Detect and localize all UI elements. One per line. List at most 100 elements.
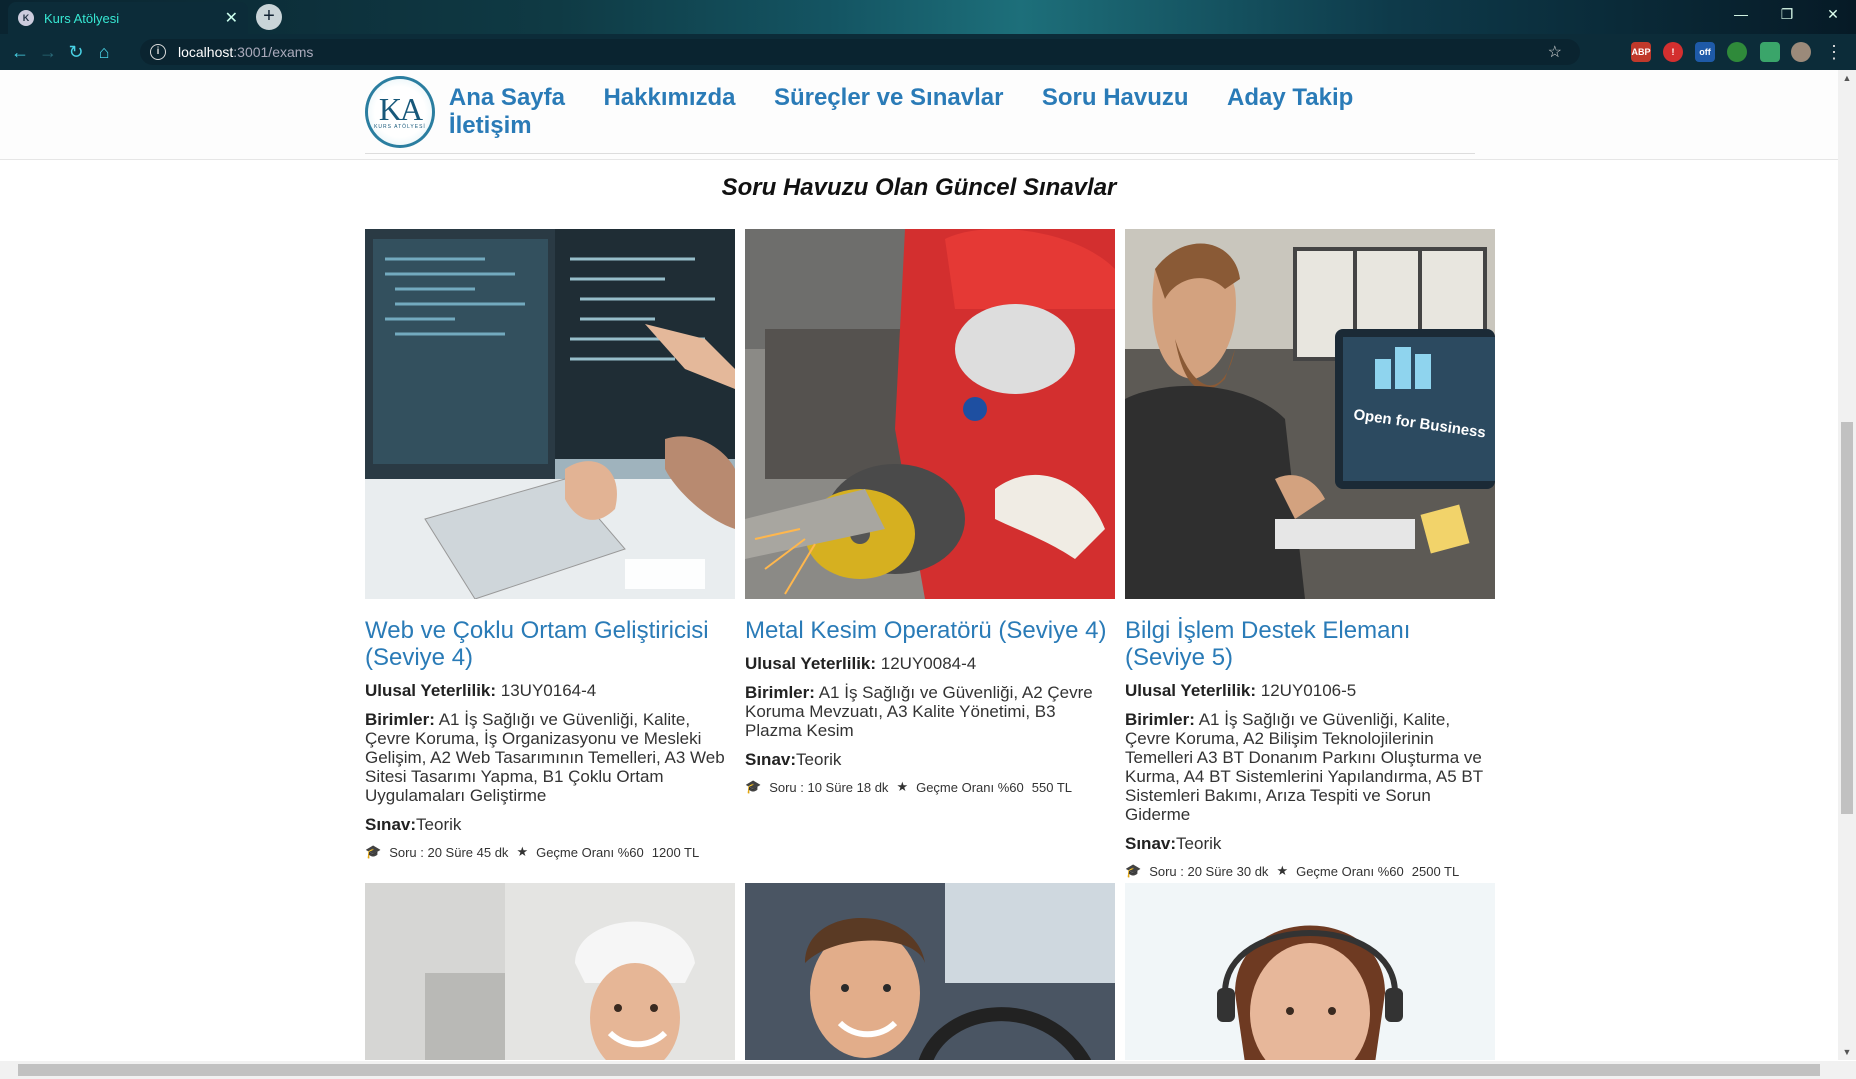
- scroll-up-icon[interactable]: ▲: [1838, 70, 1856, 86]
- exam-card: Open for Business Bilgi İşlem Destek Ele…: [1125, 229, 1495, 879]
- exam-pass-rate: Geçme Oranı %60: [916, 779, 1024, 795]
- exam-title[interactable]: Bilgi İşlem Destek Elemanı (Seviye 5): [1125, 617, 1495, 671]
- reload-icon[interactable]: ↻: [64, 40, 88, 64]
- exam-image-metal-cutting[interactable]: [745, 229, 1115, 599]
- exam-image-it-support[interactable]: Open for Business: [1125, 229, 1495, 599]
- back-icon[interactable]: ←: [8, 40, 32, 64]
- scroll-down-icon[interactable]: ▼: [1838, 1044, 1856, 1060]
- exam-type: Sınav:Teorik: [745, 750, 1115, 769]
- star-icon: ★: [1276, 863, 1289, 878]
- exam-title[interactable]: Web ve Çoklu Ortam Geliştiricisi (Seviye…: [365, 617, 735, 671]
- url-host: localhost: [178, 44, 234, 60]
- exam-meta: 🎓 Soru : 10 Süre 18 dk ★ Geçme Oranı %60…: [745, 779, 1115, 795]
- exam-type-value: Teorik: [1176, 834, 1222, 853]
- browser-tab-strip: K Kurs Atölyesi ✕ + — ❐ ✕: [0, 0, 1856, 34]
- browser-toolbar: ← → ↻ ⌂ i localhost:3001/exams ☆ ABP ! o…: [0, 34, 1856, 70]
- exam-card: [1125, 883, 1495, 1060]
- qualification-label: Ulusal Yeterlilik:: [365, 681, 497, 700]
- vertical-scrollbar[interactable]: ▲ ▼: [1838, 70, 1856, 1060]
- exam-units: Birimler: A1 İş Sağlığı ve Güvenliği, Ka…: [365, 710, 735, 805]
- nav-about[interactable]: Hakkımızda: [603, 84, 735, 112]
- nav-processes-exams[interactable]: Süreçler ve Sınavlar: [774, 84, 1003, 112]
- units-label: Birimler:: [365, 710, 435, 729]
- exam-image-chef[interactable]: [365, 883, 735, 1060]
- exam-units: Birimler: A1 İş Sağlığı ve Güvenliği, A2…: [745, 683, 1115, 740]
- exam-type-value: Teorik: [416, 815, 462, 834]
- graduation-cap-icon: 🎓: [1125, 863, 1142, 878]
- adblock-extension-icon[interactable]: ABP: [1631, 42, 1651, 62]
- minimize-icon[interactable]: —: [1718, 0, 1764, 30]
- exam-type-label: Sınav:: [1125, 834, 1177, 853]
- units-label: Birimler:: [1125, 710, 1195, 729]
- extension-off-icon[interactable]: off: [1695, 42, 1715, 62]
- exam-image-driver[interactable]: [745, 883, 1115, 1060]
- main-nav: Ana Sayfa Hakkımızda Süreçler ve Sınavla…: [449, 84, 1475, 140]
- graduation-cap-icon: 🎓: [365, 844, 382, 859]
- qualification-value: 12UY0084-4: [880, 654, 977, 673]
- exam-type: Sınav:Teorik: [1125, 834, 1495, 853]
- site-logo[interactable]: KA KURS ATÖLYESİ: [365, 75, 435, 148]
- site-favicon-icon: K: [18, 10, 34, 26]
- exam-meta: 🎓 Soru : 20 Süre 30 dk ★ Geçme Oranı %60…: [1125, 863, 1495, 879]
- exam-units: Birimler: A1 İş Sağlığı ve Güvenliği, Ka…: [1125, 710, 1495, 824]
- nav-home[interactable]: Ana Sayfa: [449, 84, 565, 112]
- profile-avatar[interactable]: [1791, 42, 1811, 62]
- window-close-icon[interactable]: ✕: [1810, 0, 1856, 30]
- exam-pass-rate: Geçme Oranı %60: [1296, 863, 1404, 879]
- units-label: Birimler:: [745, 683, 815, 702]
- exam-pass-rate: Geçme Oranı %60: [536, 844, 644, 860]
- star-icon: ★: [896, 779, 909, 794]
- star-icon: ★: [516, 844, 529, 859]
- url-path: :3001/exams: [233, 44, 314, 60]
- exam-questions: Soru : 20 Süre 45 dk: [389, 844, 509, 860]
- qualification-label: Ulusal Yeterlilik:: [1125, 681, 1257, 700]
- exam-card: [745, 883, 1115, 1060]
- exam-type-label: Sınav:: [365, 815, 417, 834]
- exam-image-call-center[interactable]: [1125, 883, 1495, 1060]
- horizontal-scrollbar[interactable]: [0, 1061, 1856, 1079]
- exam-meta: 🎓 Soru : 20 Süre 45 dk ★ Geçme Oranı %60…: [365, 844, 735, 860]
- nav-contact[interactable]: İletişim: [449, 112, 532, 140]
- browser-menu-icon[interactable]: ⋮: [1822, 40, 1846, 64]
- exam-card: Metal Kesim Operatörü (Seviye 4) Ulusal …: [745, 229, 1115, 795]
- exam-qualification: Ulusal Yeterlilik: 13UY0164-4: [365, 681, 735, 700]
- exam-card: [365, 883, 735, 1060]
- vertical-scroll-thumb[interactable]: [1841, 422, 1853, 814]
- section-title: Soru Havuzu Olan Güncel Sınavlar: [721, 174, 1117, 201]
- nav-question-pool[interactable]: Soru Havuzu: [1042, 84, 1189, 112]
- exam-qualification: Ulusal Yeterlilik: 12UY0084-4: [745, 654, 1115, 673]
- exam-card: Web ve Çoklu Ortam Geliştiricisi (Seviye…: [365, 229, 735, 860]
- exam-title[interactable]: Metal Kesim Operatörü (Seviye 4): [745, 617, 1115, 644]
- address-bar[interactable]: i localhost:3001/exams ☆: [140, 39, 1580, 65]
- logo-subtitle: KURS ATÖLYESİ: [374, 123, 426, 130]
- exam-image-developer[interactable]: [365, 229, 735, 599]
- exam-questions: Soru : 20 Süre 30 dk: [1149, 863, 1269, 879]
- qualification-value: 12UY0106-5: [1260, 681, 1357, 700]
- exam-type-label: Sınav:: [745, 750, 797, 769]
- exam-questions: Soru : 10 Süre 18 dk: [769, 779, 889, 795]
- browser-tab[interactable]: K Kurs Atölyesi ✕: [8, 2, 248, 34]
- qualification-label: Ulusal Yeterlilik:: [745, 654, 877, 673]
- page-content: KA KURS ATÖLYESİ Ana Sayfa Hakkımızda Sü…: [0, 70, 1838, 1060]
- exam-price: 1200 TL: [651, 844, 700, 860]
- forward-icon[interactable]: →: [36, 40, 60, 64]
- extension-red-icon[interactable]: !: [1663, 42, 1683, 62]
- exam-type: Sınav:Teorik: [365, 815, 735, 834]
- restore-icon[interactable]: ❐: [1764, 0, 1810, 30]
- nav-candidate-tracking[interactable]: Aday Takip: [1227, 84, 1353, 112]
- extensions-puzzle-icon[interactable]: [1760, 42, 1780, 62]
- site-info-icon[interactable]: i: [150, 44, 166, 60]
- graduation-cap-icon: 🎓: [745, 779, 762, 794]
- exam-price: 550 TL: [1031, 779, 1072, 795]
- site-header: KA KURS ATÖLYESİ Ana Sayfa Hakkımızda Sü…: [0, 70, 1838, 160]
- horizontal-scroll-thumb[interactable]: [18, 1064, 1820, 1076]
- logo-mark: KA: [378, 90, 423, 127]
- tab-title: Kurs Atölyesi: [44, 10, 120, 26]
- tab-close-icon[interactable]: ✕: [225, 8, 238, 28]
- bookmark-star-icon[interactable]: ☆: [1548, 42, 1562, 62]
- extension-leaf-icon[interactable]: [1727, 42, 1747, 62]
- exam-price: 2500 TL: [1411, 863, 1460, 879]
- home-icon[interactable]: ⌂: [92, 40, 116, 64]
- qualification-value: 13UY0164-4: [500, 681, 597, 700]
- new-tab-button[interactable]: +: [256, 4, 282, 30]
